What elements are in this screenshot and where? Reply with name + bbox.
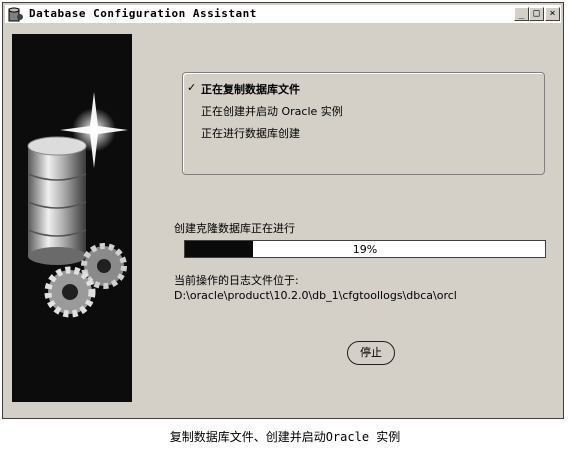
window-title: Database Configuration Assistant [29,7,257,20]
app-icon [8,7,23,22]
main-content: ✓ 正在复制数据库文件 正在创建并启动 Oracle 实例 正在进行数据库创建 … [12,34,550,406]
database-gears-illustration [27,92,128,318]
progress-bar: 19% [184,240,546,258]
step-create-database: 正在进行数据库创建 [201,127,300,140]
title-bar[interactable]: Database Configuration Assistant _ □ × [5,5,561,23]
figure-caption: 复制数据库文件、创建并启动Oracle 实例 [169,430,401,444]
side-illustration [12,34,132,402]
steps-panel: ✓ 正在复制数据库文件 正在创建并启动 Oracle 实例 正在进行数据库创建 [182,72,545,175]
maximize-button[interactable]: □ [529,7,544,21]
check-icon: ✓ [187,81,197,94]
step-copy-files: 正在复制数据库文件 [201,83,300,96]
progress-label: 创建克隆数据库正在进行 [174,222,295,235]
close-button[interactable]: × [545,7,560,21]
log-label: 当前操作的日志文件位于: [174,274,299,287]
stop-button[interactable]: 停止 [347,341,395,365]
minimize-button[interactable]: _ [514,7,529,21]
step-start-instance: 正在创建并启动 Oracle 实例 [201,105,343,118]
progress-percent: 19% [352,243,378,256]
log-path: D:\oracle\product\10.2.0\db_1\cfgtoollog… [174,289,457,302]
